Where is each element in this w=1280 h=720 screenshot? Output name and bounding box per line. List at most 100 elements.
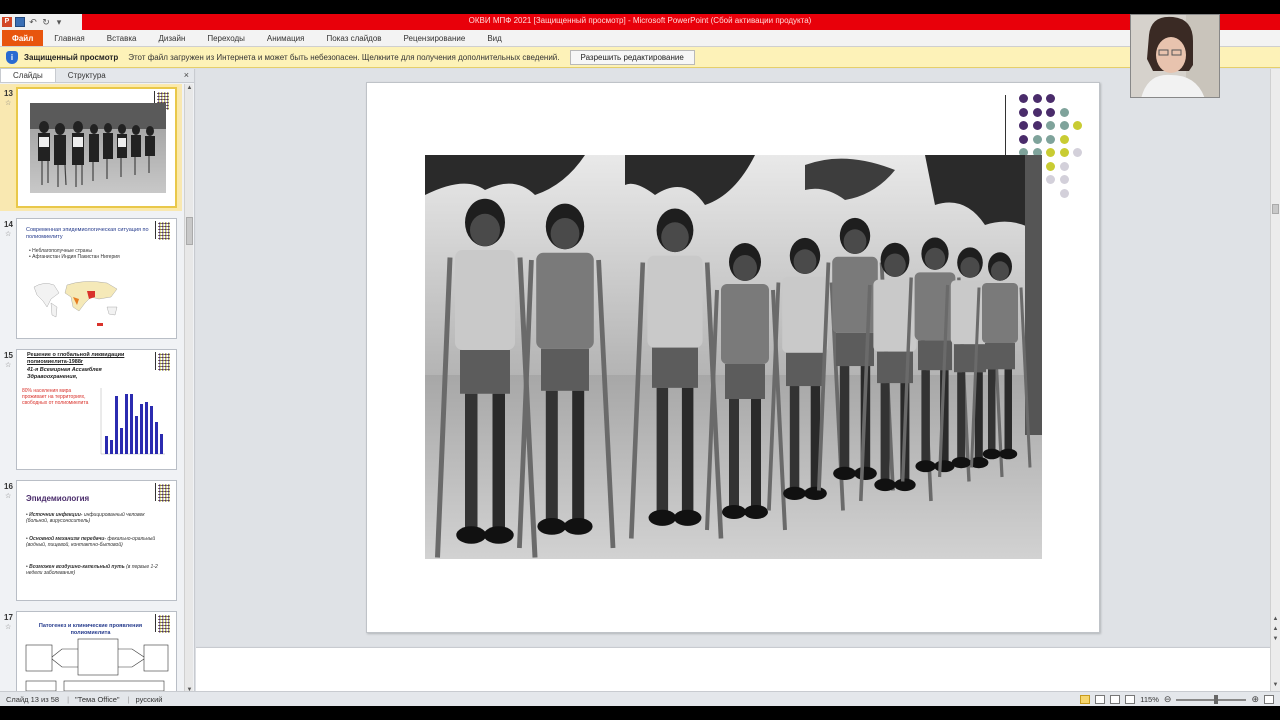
zoom-slider[interactable]: [1176, 694, 1247, 704]
child-leg: [729, 399, 739, 509]
close-icon[interactable]: ×: [184, 70, 189, 80]
decorative-dot: [1046, 107, 1055, 117]
scroll-up-icon[interactable]: ▲: [186, 84, 193, 92]
normal-view-icon[interactable]: [1080, 695, 1091, 704]
child-shoe: [894, 478, 916, 492]
slide-number: 14: [4, 220, 13, 229]
thumbnail-scrollbar[interactable]: ▲ ▼: [184, 84, 193, 694]
slide-preview[interactable]: Решение о глобальной ликвидации полиомие…: [16, 349, 177, 470]
child-shorts: [725, 364, 765, 399]
slide-preview[interactable]: [16, 87, 177, 208]
slide-sorter-icon[interactable]: [1095, 695, 1106, 704]
flowchart-thumbnail: [25, 638, 169, 692]
decorative-dot: [1032, 121, 1042, 130]
tab-animation[interactable]: Анимация: [256, 30, 316, 46]
child-shoe: [934, 460, 955, 473]
protected-view-message[interactable]: Этот файл загружен из Интернета и может …: [128, 53, 559, 62]
tab-slides[interactable]: Слайды: [0, 68, 56, 82]
slide-title: Патогенез и клинические проявления полио…: [38, 623, 143, 636]
child-leg: [545, 390, 558, 523]
slideshow-icon[interactable]: [1125, 695, 1136, 704]
child-shorts: [985, 343, 1015, 370]
slide-scrollbar[interactable]: ▲ ▲ ▼ ▼: [1270, 69, 1280, 694]
child-body: [782, 276, 828, 353]
child-leg: [921, 370, 930, 464]
slide-preview[interactable]: Эпидемиология • Источник инфекции- инфиц…: [16, 480, 177, 601]
zoom-slider-thumb[interactable]: [1214, 694, 1219, 704]
slide-editing-area: [196, 69, 1270, 646]
tab-design[interactable]: Дизайн: [147, 30, 196, 46]
protected-view-label: Защищенный просмотр: [24, 52, 119, 62]
child-shoe: [648, 509, 677, 526]
decorative-dot: [1019, 107, 1028, 117]
divider: [155, 483, 156, 501]
decorative-dot: [1059, 148, 1069, 157]
child-face: [991, 261, 1009, 281]
child-shoe: [722, 505, 746, 519]
current-slide[interactable]: [366, 82, 1100, 633]
slide-preview[interactable]: Патогенез и клинические проявления полио…: [16, 611, 177, 694]
reading-view-icon[interactable]: [1110, 695, 1121, 704]
child-shoe: [537, 518, 567, 535]
child-shoe: [744, 505, 768, 519]
child-leg: [880, 383, 890, 483]
slide-photo[interactable]: [425, 155, 1042, 559]
zoom-level[interactable]: 115%: [1140, 695, 1159, 704]
tab-insert[interactable]: Вставка: [96, 30, 148, 46]
child-leg: [492, 393, 505, 532]
tab-file[interactable]: Файл: [2, 30, 44, 46]
divider: [155, 614, 156, 632]
decorative-dot: [1046, 148, 1055, 157]
decorative-dot: [1059, 107, 1069, 117]
next-slide-icon[interactable]: ▼: [1272, 635, 1279, 643]
slide-note: 80% населения мира проживает на территор…: [22, 388, 89, 406]
ribbon-tabs: Файл Главная Вставка Дизайн Переходы Ани…: [0, 30, 1280, 47]
decorative-dot: [1059, 121, 1069, 130]
scrollbar-thumb[interactable]: [186, 217, 193, 245]
slide-bullet: • Возможен воздушно-капельный путь (в пе…: [26, 564, 158, 576]
tab-review[interactable]: Рецензирование: [393, 30, 477, 46]
webcam-person-image: [1131, 15, 1219, 97]
bar-chart-thumbnail: [100, 388, 165, 455]
slide-counter: Слайд 13 из 58: [6, 694, 60, 704]
child-shoe: [483, 526, 514, 544]
enable-editing-button[interactable]: Разрешить редактирование: [569, 49, 695, 65]
decorative-dot: [1059, 188, 1069, 198]
fit-to-window-icon[interactable]: [1264, 695, 1274, 704]
decorative-dot: [1073, 148, 1082, 157]
language[interactable]: русский: [136, 695, 163, 704]
child-shoe: [673, 509, 702, 526]
child-body: [536, 252, 594, 349]
powerpoint-window: P ↶ ↻ ▾ ОКВИ МПФ 2021 [Защищенный просмо…: [0, 14, 1280, 706]
scroll-up-icon[interactable]: ▲: [1272, 615, 1279, 623]
notes-pane[interactable]: [196, 647, 1270, 694]
child-body: [455, 250, 515, 350]
zoom-out-icon[interactable]: ⊖: [1164, 695, 1172, 704]
slide-number: 15: [4, 351, 13, 360]
child-leg: [988, 369, 996, 452]
tab-view[interactable]: Вид: [476, 30, 512, 46]
zoom-in-icon[interactable]: ⊕: [1251, 695, 1259, 704]
tab-outline[interactable]: Структура: [56, 69, 118, 82]
animation-star-icon: ☆: [5, 493, 12, 500]
protected-view-bar[interactable]: i Защищенный просмотр Этот файл загружен…: [0, 47, 1280, 68]
scroll-down-icon[interactable]: ▼: [1272, 681, 1279, 689]
decorative-dot: [1059, 134, 1069, 144]
decorative-dot: [1019, 134, 1028, 144]
decorative-dot: [1032, 107, 1042, 117]
child-shoe: [563, 518, 593, 535]
scrollbar-thumb[interactable]: [1272, 204, 1279, 214]
child-body: [982, 283, 1018, 343]
children-photo-image: [425, 155, 1042, 559]
animation-star-icon: ☆: [5, 362, 12, 369]
child-leg: [465, 393, 478, 532]
tab-transitions[interactable]: Переходы: [196, 30, 256, 46]
tab-slideshow[interactable]: Показ слайдов: [315, 30, 392, 46]
prev-slide-icon[interactable]: ▲: [1272, 625, 1279, 633]
child-face: [960, 257, 980, 278]
thumbnail-list: 13 ☆ 14 ☆ Современная эпидемиологическая…: [0, 84, 182, 694]
slide-preview[interactable]: Современная эпидемиологическая ситуация …: [16, 218, 177, 339]
decorative-dot: [1073, 121, 1082, 130]
tab-home[interactable]: Главная: [43, 30, 95, 46]
child-shorts: [460, 350, 510, 394]
